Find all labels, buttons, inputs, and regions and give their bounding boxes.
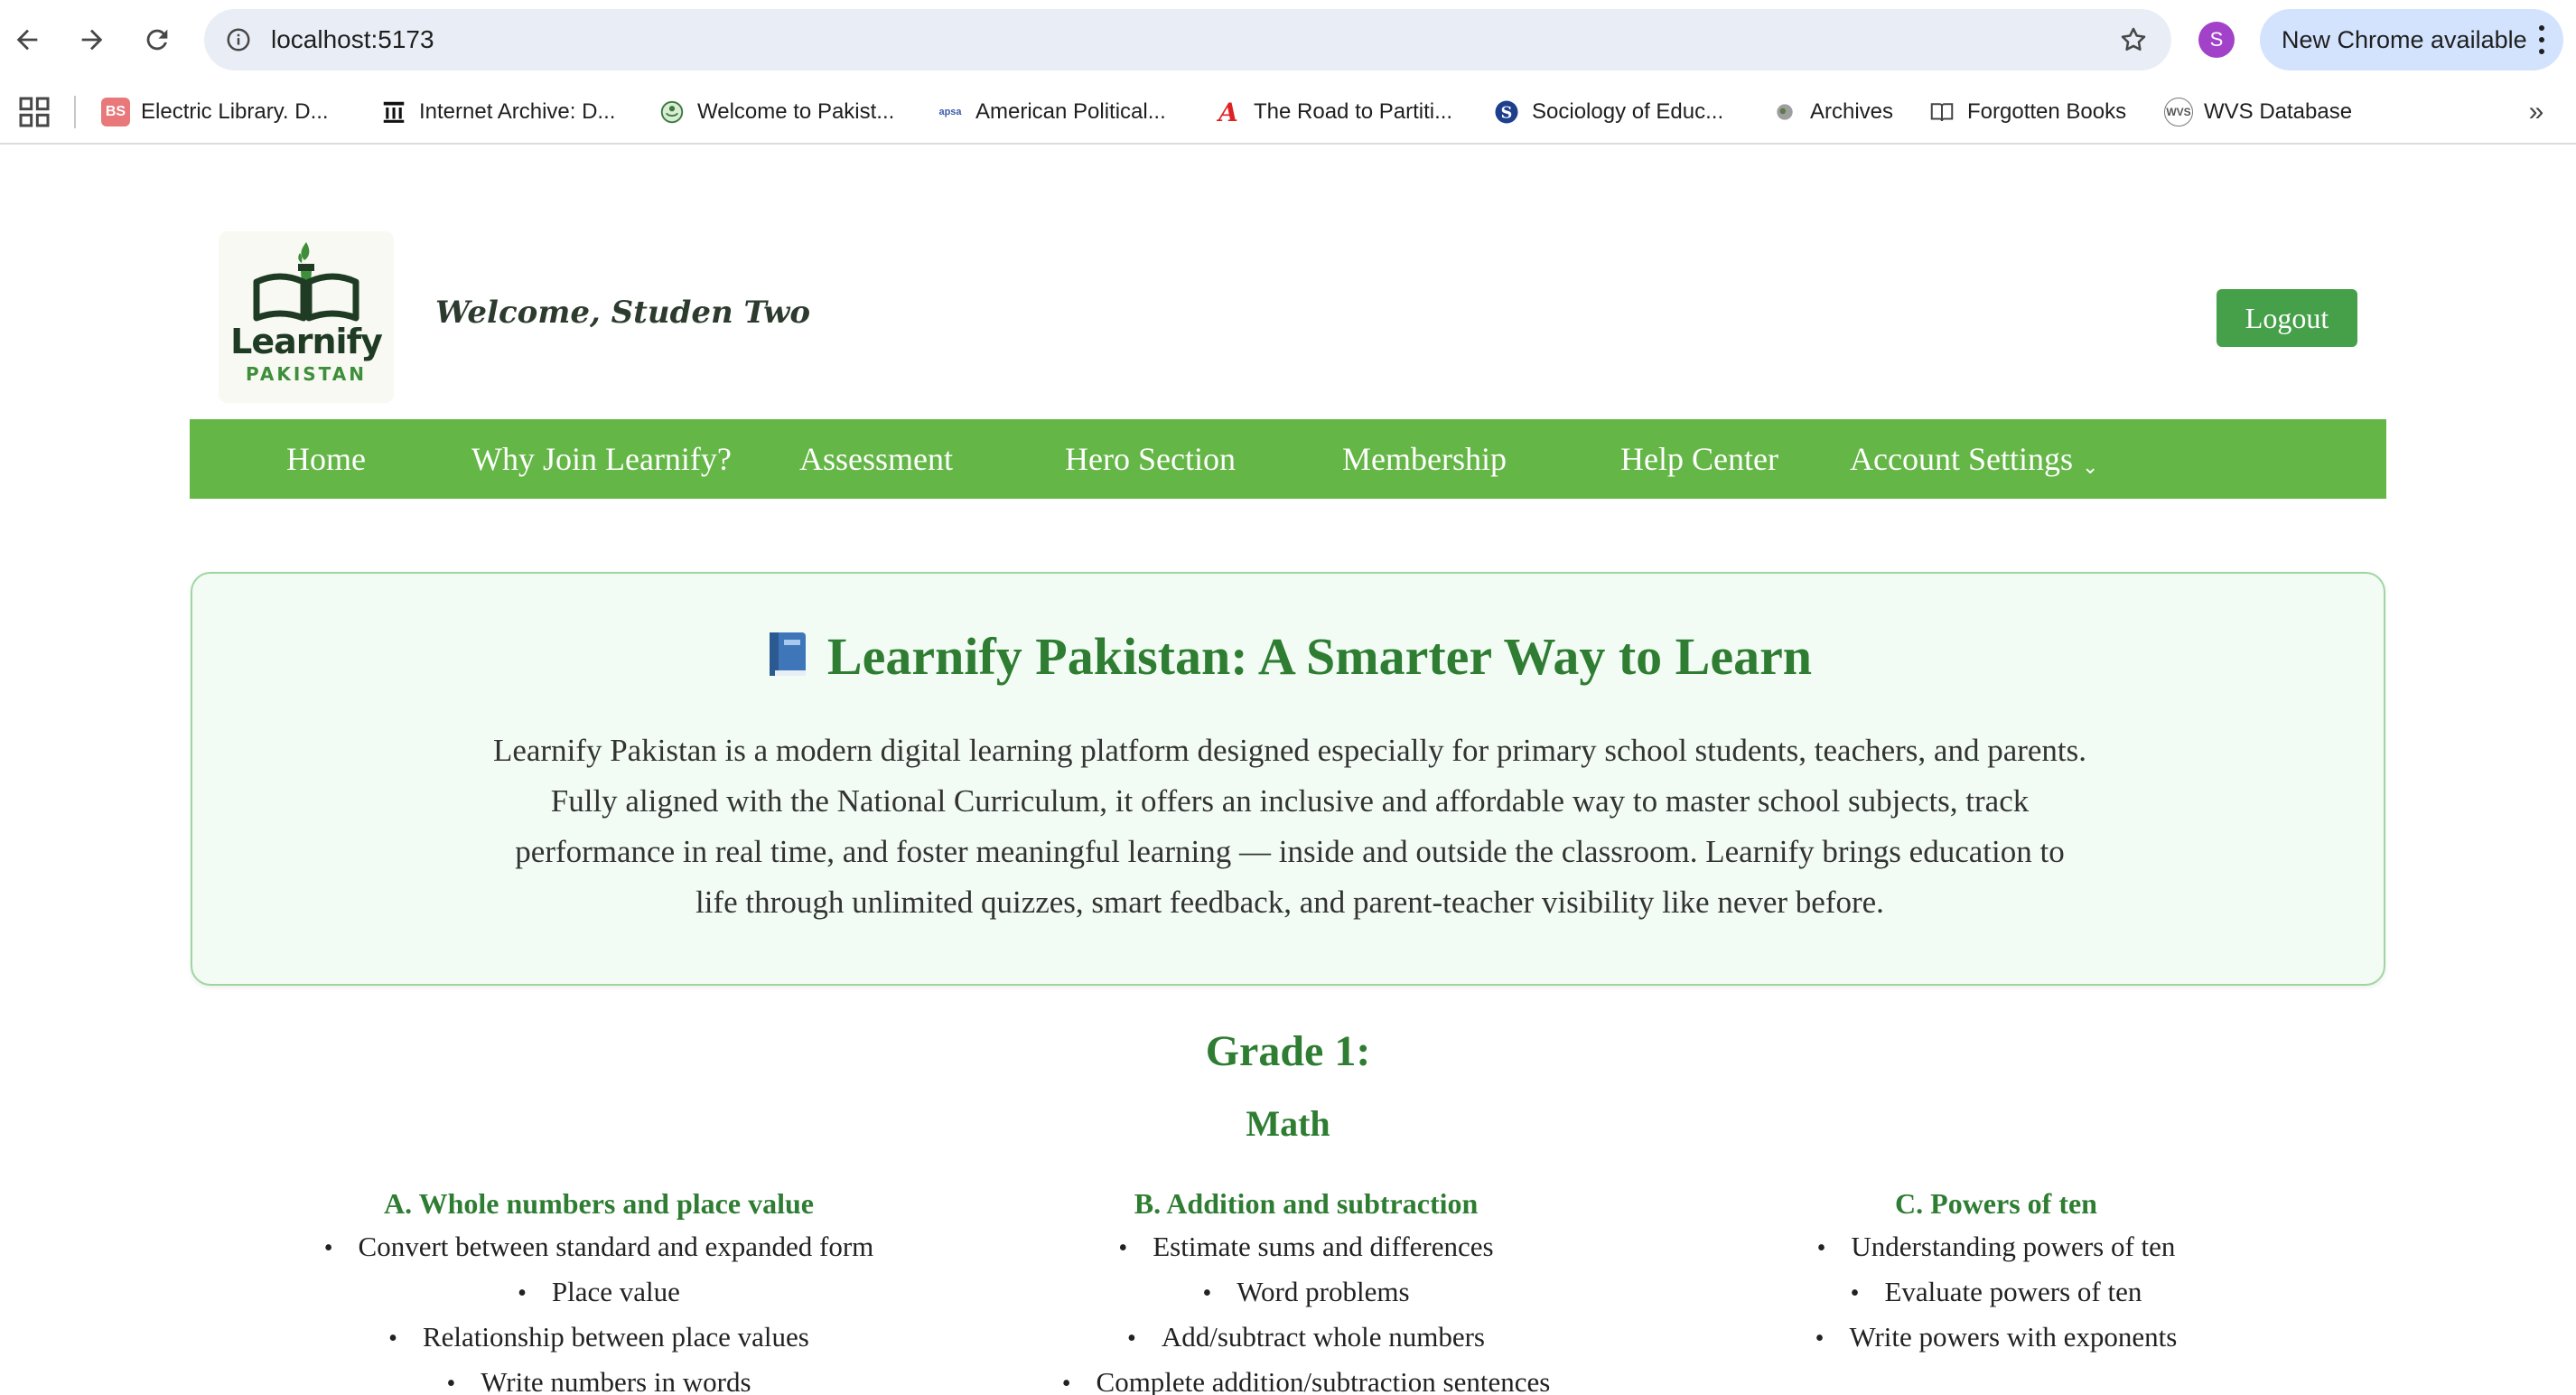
topic-list: Understanding powers of ten Evaluate pow… xyxy=(1653,1225,2339,1361)
back-button[interactable] xyxy=(4,16,51,63)
subject-heading: Math xyxy=(1246,1103,1330,1144)
reload-icon xyxy=(146,29,168,51)
nav-account-settings[interactable]: Account Settings ⌄ xyxy=(1850,419,2098,499)
torch-book-icon xyxy=(253,242,359,322)
forward-arrow-icon xyxy=(81,29,103,51)
update-chrome-button[interactable]: New Chrome available xyxy=(2260,9,2563,70)
list-item[interactable]: Place value xyxy=(256,1270,942,1315)
chevron-down-icon: ⌄ xyxy=(2081,455,2099,478)
hero-description: Learnify Pakistan is a modern digital le… xyxy=(492,733,2087,920)
logo-subtitle: PAKISTAN xyxy=(246,363,367,385)
svg-text:S: S xyxy=(1501,104,1513,122)
bs-icon: BS xyxy=(101,98,130,126)
bookmark-welcome-pakistan[interactable]: Welcome to Pakist... xyxy=(658,80,894,145)
bookmark-label: Forgotten Books xyxy=(1967,99,2127,124)
nav-hero-section[interactable]: Hero Section xyxy=(1065,419,1236,499)
topic-column-whole-numbers: A. Whole numbers and place value Convert… xyxy=(256,1182,942,1395)
bookmark-label: American Political... xyxy=(975,99,1166,124)
more-bookmarks-chevron-icon[interactable]: » xyxy=(2520,96,2553,128)
archive-icon xyxy=(379,98,408,126)
bookmarks-separator xyxy=(74,96,76,128)
archives-icon xyxy=(1770,98,1799,126)
bookmark-label: Welcome to Pakist... xyxy=(697,99,895,124)
hero-title-text: Learnify Pakistan: A Smarter Way to Lear… xyxy=(826,627,1813,686)
learnify-logo[interactable]: Learnify PAKISTAN xyxy=(219,231,394,403)
logout-button[interactable]: Logout xyxy=(2217,289,2357,347)
hero-title: Learnify Pakistan: A Smarter Way to Lear… xyxy=(192,626,2384,687)
bookmark-star-icon[interactable] xyxy=(2115,22,2151,58)
profile-avatar[interactable]: S xyxy=(2198,22,2235,58)
bookmark-label: Electric Library. D... xyxy=(141,99,329,124)
site-info-icon[interactable] xyxy=(220,22,257,58)
book-icon xyxy=(1927,98,1956,126)
bookmark-label: Sociology of Educ... xyxy=(1532,99,1724,124)
emblem-icon xyxy=(658,98,686,126)
list-item[interactable]: Convert between standard and expanded fo… xyxy=(256,1225,942,1270)
address-bar[interactable]: localhost:5173 xyxy=(204,9,2171,70)
topic-list: Convert between standard and expanded fo… xyxy=(256,1225,942,1395)
wvs-icon: WVS xyxy=(2164,98,2193,126)
bookmark-sociology-education[interactable]: S Sociology of Educ... xyxy=(1492,80,1723,145)
bookmark-road-to-partition[interactable]: A The Road to Partiti... xyxy=(1214,80,1452,145)
script-a-icon: A xyxy=(1218,97,1238,127)
topic-title: C. Powers of ten xyxy=(1895,1187,2097,1220)
list-item[interactable]: Word problems xyxy=(963,1270,1649,1315)
s-circle-icon: S xyxy=(1492,98,1521,126)
logo-wordmark: Learnify xyxy=(230,322,383,361)
blue-book-icon xyxy=(769,632,806,676)
apps-grid-icon[interactable] xyxy=(16,94,52,130)
bookmark-archives[interactable]: Archives xyxy=(1770,80,1893,145)
list-item[interactable]: Estimate sums and differences xyxy=(963,1225,1649,1270)
main-navbar: Home Why Join Learnify? Assessment Hero … xyxy=(190,419,2386,499)
list-item[interactable]: Add/subtract whole numbers xyxy=(963,1315,1649,1361)
list-item[interactable]: Evaluate powers of ten xyxy=(1653,1270,2339,1315)
nav-account-settings-label: Account Settings xyxy=(1850,441,2073,477)
update-chrome-label: New Chrome available xyxy=(2282,26,2527,53)
bookmark-internet-archive[interactable]: Internet Archive: D... xyxy=(379,80,615,145)
list-item[interactable]: Relationship between place values xyxy=(256,1315,942,1361)
bookmark-electric-library[interactable]: BS Electric Library. D... xyxy=(101,80,329,145)
bookmark-label: WVS Database xyxy=(2204,99,2353,124)
apsa-icon: apsa xyxy=(938,107,962,117)
topic-column-powers-of-ten: C. Powers of ten Understanding powers of… xyxy=(1653,1182,2339,1361)
list-item[interactable]: Write powers with exponents xyxy=(1653,1315,2339,1361)
nav-help-center[interactable]: Help Center xyxy=(1620,419,1778,499)
nav-home[interactable]: Home xyxy=(286,419,366,499)
list-item[interactable]: Understanding powers of ten xyxy=(1653,1225,2339,1270)
forward-button[interactable] xyxy=(69,16,116,63)
bookmark-forgotten-books[interactable]: Forgotten Books xyxy=(1927,80,2126,145)
grade-heading: Grade 1: xyxy=(1205,1027,1371,1075)
reload-button[interactable] xyxy=(134,16,181,63)
hero-card: Learnify Pakistan: A Smarter Way to Lear… xyxy=(191,572,2385,986)
nav-assessment[interactable]: Assessment xyxy=(799,419,953,499)
bookmark-label: Archives xyxy=(1810,99,1894,124)
nav-why-join[interactable]: Why Join Learnify? xyxy=(471,419,732,499)
bookmarks-bar: BS Electric Library. D... Internet Archi… xyxy=(0,80,2576,145)
bookmark-american-political[interactable]: apsa American Political... xyxy=(936,80,1166,145)
nav-membership[interactable]: Membership xyxy=(1342,419,1507,499)
welcome-message: Welcome, Studen Two xyxy=(435,295,811,331)
kebab-menu-icon[interactable] xyxy=(2533,22,2551,58)
topic-column-addition-subtraction: B. Addition and subtraction Estimate sum… xyxy=(963,1182,1649,1395)
bookmark-wvs-database[interactable]: WVS WVS Database xyxy=(2164,80,2352,145)
list-item[interactable]: Complete addition/subtraction sentences xyxy=(963,1361,1649,1395)
url-text[interactable]: localhost:5173 xyxy=(271,9,434,70)
browser-toolbar: localhost:5173 S New Chrome available xyxy=(0,0,2576,80)
list-item[interactable]: Write numbers in words xyxy=(256,1361,942,1395)
back-arrow-icon xyxy=(16,29,38,51)
bookmark-label: The Road to Partiti... xyxy=(1254,99,1453,124)
topic-title: B. Addition and subtraction xyxy=(1134,1187,1479,1220)
topic-title: A. Whole numbers and place value xyxy=(384,1187,814,1220)
topic-list: Estimate sums and differences Word probl… xyxy=(963,1225,1649,1395)
bookmark-label: Internet Archive: D... xyxy=(419,99,616,124)
